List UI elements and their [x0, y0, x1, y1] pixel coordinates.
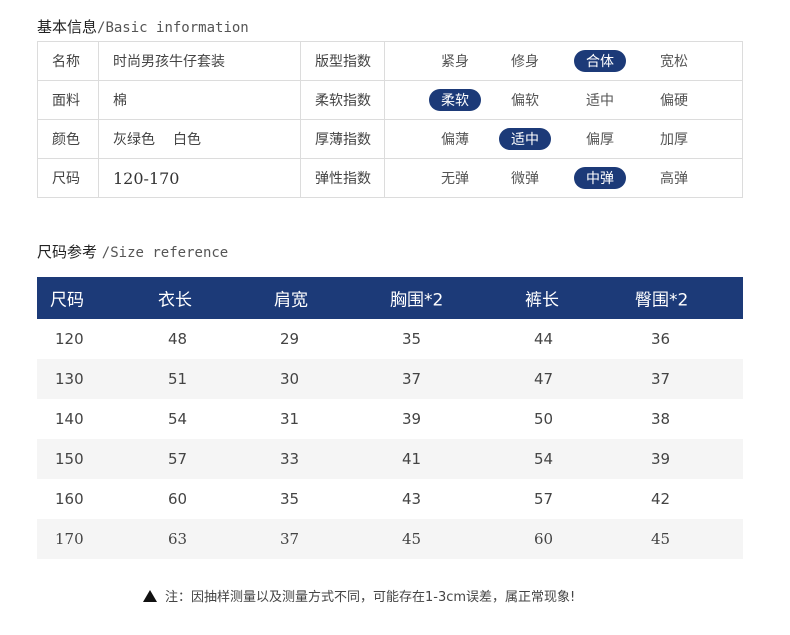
color-label: 颜色 [37, 119, 99, 159]
index-label: 厚薄指数 [300, 119, 385, 159]
size-table-header: 尺码 衣长 肩宽 胸围*2 裤长 臀围*2 [37, 277, 743, 319]
index-option: 加厚 [660, 132, 688, 148]
table-cell: 29 [280, 330, 300, 348]
column-header: 胸围*2 [390, 290, 444, 311]
column-header: 肩宽 [274, 290, 308, 311]
basic-info-table: 名称 时尚男孩牛仔套装 版型指数 紧身 修身 合体 宽松 面料 棉 柔软指数 柔软 偏软… [37, 41, 743, 198]
table-cell: 45 [402, 530, 422, 548]
table-cell: 57 [168, 450, 188, 468]
size-ref-title-en: /Size reference [101, 245, 229, 261]
column-header: 裤长 [525, 290, 559, 311]
info-row-name: 名称 时尚男孩牛仔套装 版型指数 紧身 修身 合体 宽松 [37, 41, 743, 81]
table-cell: 48 [168, 330, 188, 348]
index-option: 微弹 [511, 171, 539, 187]
table-row: 120 48 29 35 44 36 [37, 319, 743, 359]
index-label: 弹性指数 [300, 158, 385, 198]
table-cell: 140 [55, 410, 84, 428]
index-options: 偏薄 适中 偏厚 加厚 [384, 119, 743, 159]
column-header: 衣长 [158, 290, 192, 311]
size-label: 尺码 [37, 158, 99, 198]
table-cell: 42 [651, 490, 671, 508]
info-row-size: 尺码 120-170 弹性指数 无弹 微弹 中弹 高弹 [37, 158, 743, 198]
table-cell: 44 [534, 330, 554, 348]
measurement-note: 注：因抽样测量以及测量方式不同，可能存在1-3cm误差，属正常现象! [143, 586, 575, 605]
index-option: 偏薄 [441, 132, 469, 148]
table-row: 170 63 37 45 60 45 [37, 519, 743, 559]
table-cell: 47 [534, 370, 554, 388]
table-cell: 35 [280, 490, 300, 508]
table-cell: 170 [55, 530, 84, 548]
table-cell: 45 [651, 530, 671, 548]
table-cell: 31 [280, 410, 300, 428]
index-option: 偏厚 [586, 132, 614, 148]
table-cell: 57 [534, 490, 554, 508]
table-cell: 120 [55, 330, 84, 348]
table-cell: 39 [402, 410, 422, 428]
note-text: 注：因抽样测量以及测量方式不同，可能存在1-3cm误差，属正常现象! [165, 590, 576, 605]
table-cell: 60 [168, 490, 188, 508]
table-cell: 63 [168, 530, 188, 548]
index-option: 宽松 [660, 54, 688, 70]
color-value-1: 灰绿色 [113, 132, 155, 148]
index-label: 版型指数 [300, 41, 385, 81]
table-cell: 41 [402, 450, 422, 468]
table-cell: 160 [55, 490, 84, 508]
index-label: 柔软指数 [300, 80, 385, 120]
index-options: 紧身 修身 合体 宽松 [384, 41, 743, 81]
index-option: 高弹 [660, 171, 688, 187]
table-cell: 51 [168, 370, 188, 388]
size-table: 尺码 衣长 肩宽 胸围*2 裤长 臀围*2 120 48 29 35 44 36 130 51 30 37 47… [37, 277, 743, 559]
basic-info-title-cn: 基本信息 [37, 18, 98, 36]
color-value: 灰绿色 白色 [98, 119, 301, 159]
table-cell: 130 [55, 370, 84, 388]
table-row: 130 51 30 37 47 37 [37, 359, 743, 399]
table-cell: 54 [534, 450, 554, 468]
table-cell: 37 [402, 370, 422, 388]
name-label: 名称 [37, 41, 99, 81]
index-option: 修身 [511, 54, 539, 70]
table-row: 160 60 35 43 57 42 [37, 479, 743, 519]
table-cell: 36 [651, 330, 671, 348]
info-row-color: 颜色 灰绿色 白色 厚薄指数 偏薄 适中 偏厚 加厚 [37, 119, 743, 159]
name-value: 时尚男孩牛仔套装 [98, 41, 301, 81]
index-option: 适中 [586, 93, 614, 109]
table-cell: 38 [651, 410, 671, 428]
index-option-selected: 柔软 [429, 89, 481, 111]
basic-info-title-en: /Basic information [97, 20, 249, 36]
index-option-selected: 合体 [574, 50, 626, 72]
column-header: 尺码 [50, 290, 84, 311]
size-ref-title: 尺码参考 /Size reference [37, 241, 228, 262]
index-option-selected: 中弹 [574, 167, 626, 189]
table-cell: 30 [280, 370, 300, 388]
size-ref-title-cn: 尺码参考 [37, 243, 98, 261]
column-header: 臀围*2 [635, 290, 689, 311]
index-option: 紧身 [441, 54, 469, 70]
table-cell: 150 [55, 450, 84, 468]
fabric-label: 面料 [37, 80, 99, 120]
color-value-2: 白色 [173, 132, 201, 148]
size-value: 120-170 [98, 158, 301, 198]
warning-icon [143, 590, 157, 602]
basic-info-title: 基本信息/Basic information [37, 16, 249, 37]
table-cell: 35 [402, 330, 422, 348]
index-option: 偏软 [511, 93, 539, 109]
table-cell: 60 [534, 530, 554, 548]
table-row: 140 54 31 39 50 38 [37, 399, 743, 439]
index-option: 无弹 [441, 171, 469, 187]
table-cell: 50 [534, 410, 554, 428]
table-cell: 37 [651, 370, 671, 388]
table-cell: 33 [280, 450, 300, 468]
table-cell: 43 [402, 490, 422, 508]
table-cell: 37 [280, 530, 300, 548]
info-row-fabric: 面料 棉 柔软指数 柔软 偏软 适中 偏硬 [37, 80, 743, 120]
table-cell: 54 [168, 410, 188, 428]
size-range: 120-170 [113, 168, 180, 188]
index-option: 偏硬 [660, 93, 688, 109]
fabric-value: 棉 [98, 80, 301, 120]
index-option-selected: 适中 [499, 128, 551, 150]
index-options: 无弹 微弹 中弹 高弹 [384, 158, 743, 198]
table-row: 150 57 33 41 54 39 [37, 439, 743, 479]
table-cell: 39 [651, 450, 671, 468]
index-options: 柔软 偏软 适中 偏硬 [384, 80, 743, 120]
